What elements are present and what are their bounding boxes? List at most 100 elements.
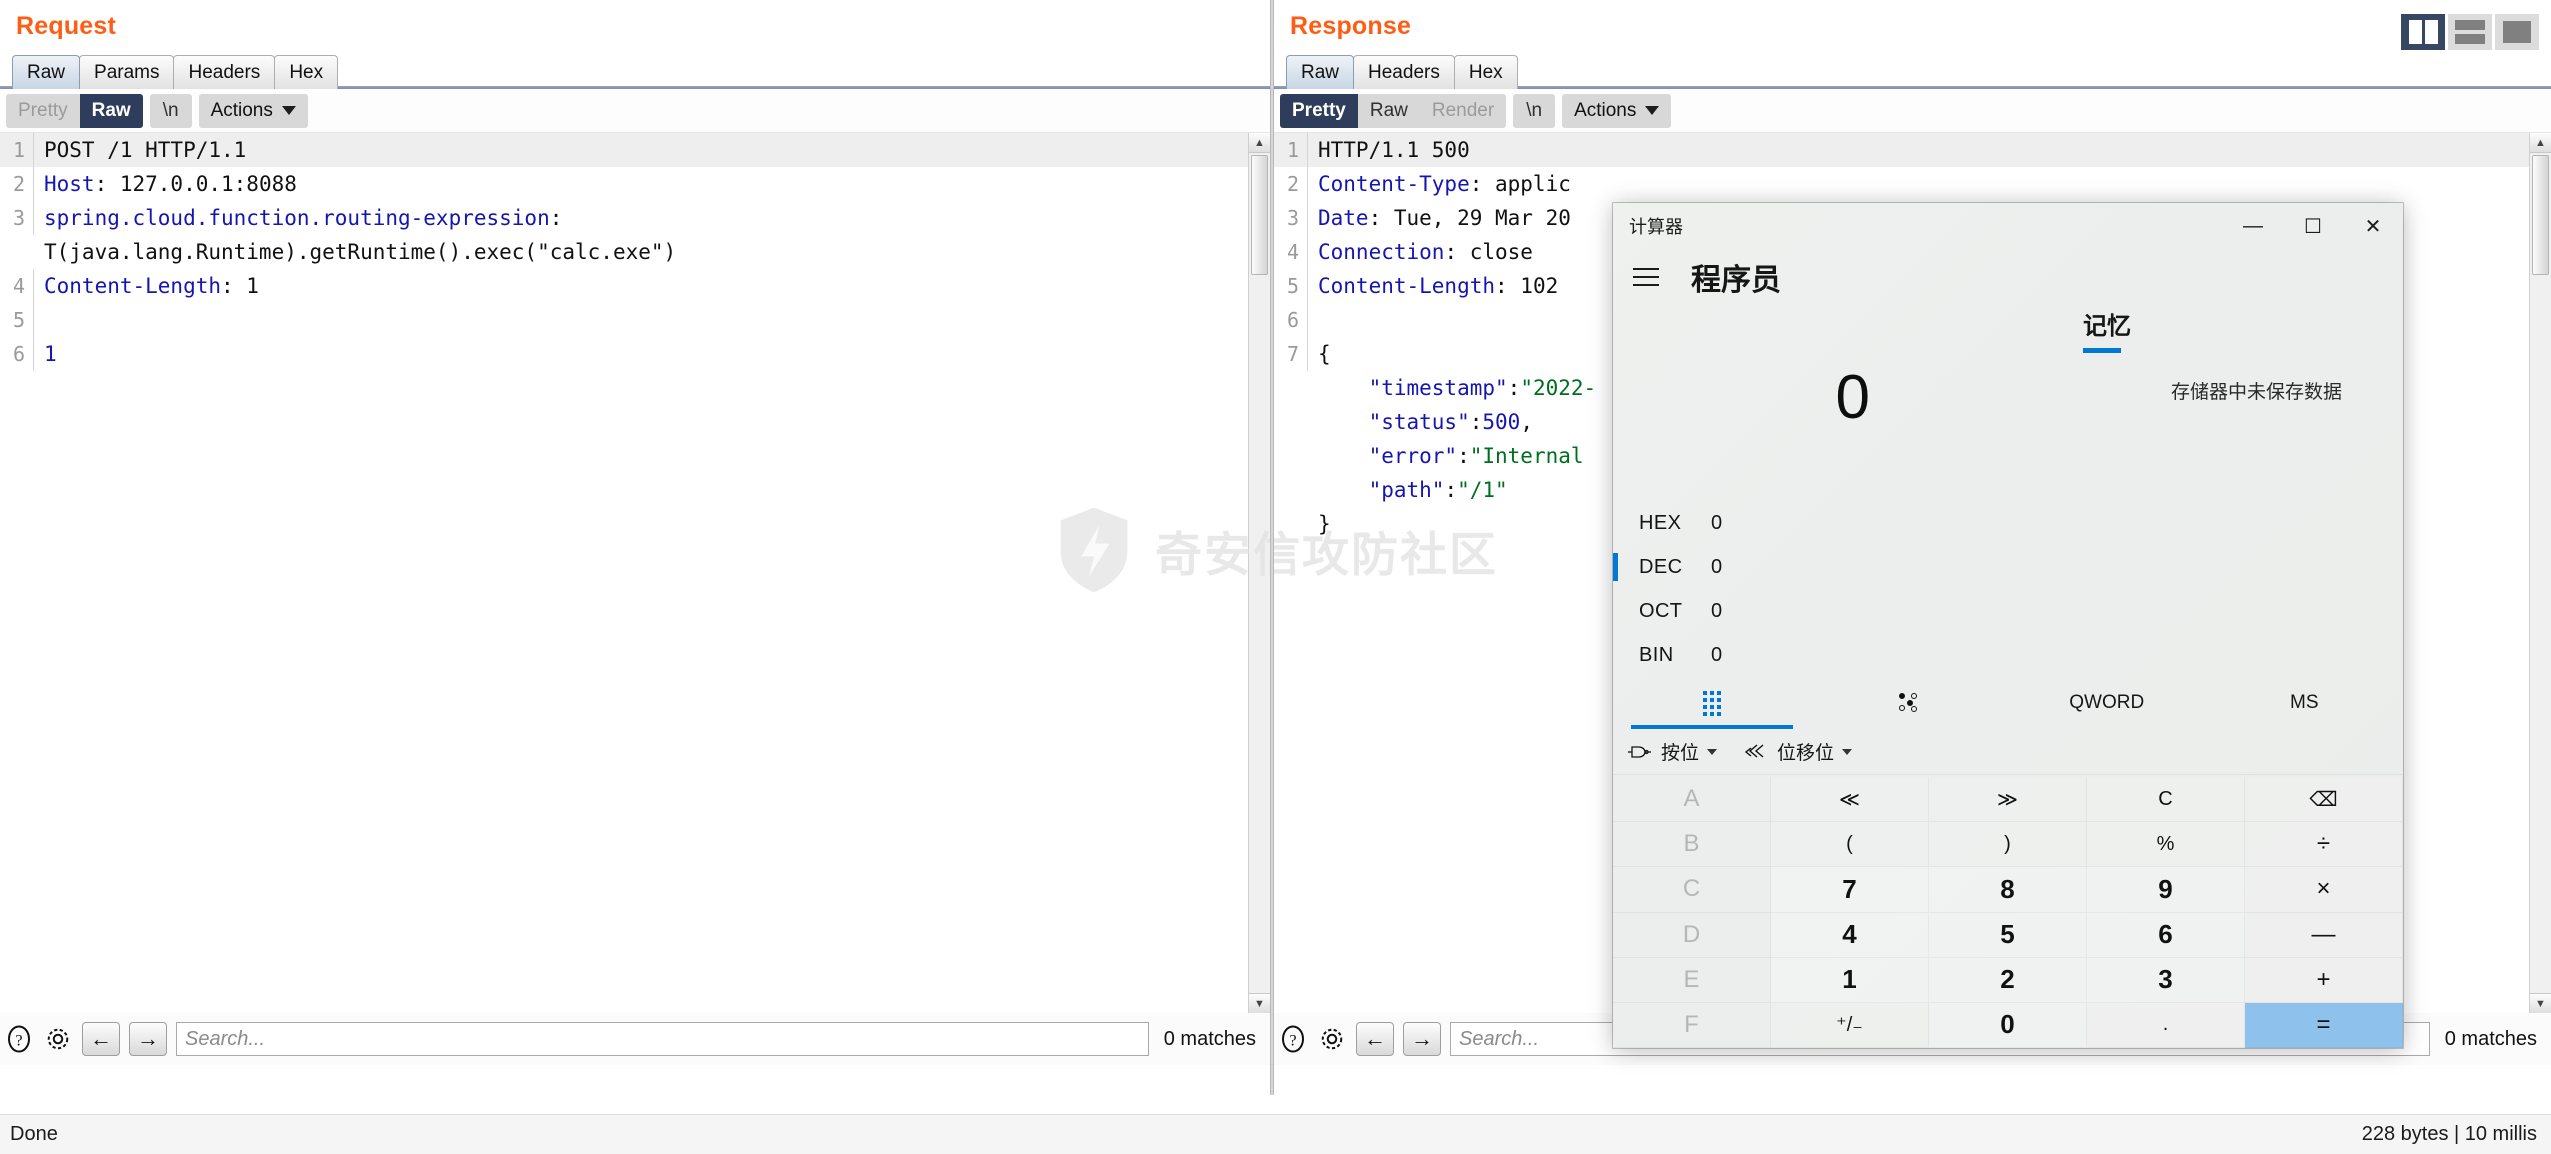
key-b: B xyxy=(1613,822,1771,868)
layout-split-vertical-button[interactable] xyxy=(2401,14,2445,50)
response-view-toolbar: Pretty Raw Render \n Actions xyxy=(1274,89,2551,133)
response-actions-label: Actions xyxy=(1574,99,1637,121)
request-find-prev-button[interactable]: ← xyxy=(82,1022,120,1056)
request-view-raw[interactable]: Raw xyxy=(79,93,143,128)
request-search-input[interactable] xyxy=(176,1022,1149,1056)
close-icon[interactable]: ✕ xyxy=(2343,203,2403,249)
pane-splitter[interactable] xyxy=(1270,0,1274,1095)
memory-tab[interactable]: 记忆 xyxy=(2083,306,2131,353)
code-text: Connection: close xyxy=(1318,240,1533,264)
help-icon[interactable]: ? xyxy=(4,1024,34,1054)
response-scroll-thumb[interactable] xyxy=(2532,155,2549,275)
key-3[interactable]: 3 xyxy=(2087,957,2245,1003)
response-vertical-scrollbar[interactable]: ▲ ▼ xyxy=(2529,133,2551,1013)
gear-icon[interactable] xyxy=(1317,1024,1347,1054)
radix-row-hex[interactable]: HEX 0 xyxy=(1613,501,1933,545)
request-find-bar: ? ← → 0 matches xyxy=(0,1013,1270,1065)
key-paren-open[interactable]: ( xyxy=(1771,822,1929,868)
key-paren-close[interactable]: ) xyxy=(1929,822,2087,868)
chevron-down-icon xyxy=(1842,748,1853,755)
code-text: HTTP/1.1 500 xyxy=(1318,138,1470,162)
response-newline-button[interactable]: \n xyxy=(1513,93,1556,128)
request-vertical-scrollbar[interactable]: ▲ ▼ xyxy=(1248,133,1270,1013)
key-e: E xyxy=(1613,957,1771,1003)
response-tab-raw[interactable]: Raw xyxy=(1286,55,1355,89)
word-size-button[interactable]: QWORD xyxy=(2008,677,2206,729)
bitwise-dropdown[interactable]: 按位 xyxy=(1627,738,1718,765)
request-tab-headers[interactable]: Headers xyxy=(173,55,276,89)
minimize-icon[interactable]: — xyxy=(2223,203,2283,249)
response-actions-button[interactable]: Actions xyxy=(1562,93,1672,128)
request-view-pretty[interactable]: Pretty xyxy=(6,94,80,128)
request-scroll-thumb[interactable] xyxy=(1251,155,1268,275)
code-line: 5 xyxy=(0,303,1248,337)
response-find-next-button[interactable]: → xyxy=(1403,1022,1441,1056)
response-tab-hex-label: Hex xyxy=(1468,61,1503,83)
response-view-render[interactable]: Render xyxy=(1420,94,1506,128)
request-tab-hex[interactable]: Hex xyxy=(274,55,339,89)
key-subtract[interactable]: — xyxy=(2245,912,2403,958)
layout-single-pane-button[interactable] xyxy=(2495,14,2539,50)
radix-value: 0 xyxy=(1711,511,1723,534)
request-scroll-down-arrow[interactable]: ▼ xyxy=(1249,993,1270,1013)
response-scroll-down-arrow[interactable]: ▼ xyxy=(2530,993,2551,1013)
key-add[interactable]: + xyxy=(2245,957,2403,1003)
bitshift-dropdown[interactable]: 位移位 xyxy=(1743,738,1853,765)
gear-icon[interactable] xyxy=(43,1024,73,1054)
key-clear[interactable]: C xyxy=(2087,777,2245,823)
layout-split-horizontal-button[interactable] xyxy=(2448,14,2492,50)
request-scroll-up-arrow[interactable]: ▲ xyxy=(1249,133,1270,153)
key-divide[interactable]: ÷ xyxy=(2245,822,2403,868)
hamburger-menu-icon[interactable] xyxy=(1627,262,1665,292)
response-tab-headers[interactable]: Headers xyxy=(1353,55,1455,89)
key-2[interactable]: 2 xyxy=(1929,957,2087,1003)
request-newline-button[interactable]: \n xyxy=(149,93,192,128)
response-view-raw[interactable]: Raw xyxy=(1358,94,1420,128)
response-tab-hex[interactable]: Hex xyxy=(1453,55,1518,89)
calculator-titlebar[interactable]: 计算器 — ☐ ✕ xyxy=(1613,203,2403,249)
key-4[interactable]: 4 xyxy=(1771,912,1929,958)
key-shift-left[interactable]: ≪ xyxy=(1771,777,1929,823)
key-backspace[interactable]: ⌫ xyxy=(2245,777,2403,823)
response-scroll-up-arrow[interactable]: ▲ xyxy=(2530,133,2551,153)
key-0[interactable]: 0 xyxy=(1929,1002,2087,1048)
radix-row-bin[interactable]: BIN 0 xyxy=(1613,633,1933,677)
key-shift-right[interactable]: ≫ xyxy=(1929,777,2087,823)
key-5[interactable]: 5 xyxy=(1929,912,2087,958)
maximize-icon[interactable]: ☐ xyxy=(2283,203,2343,249)
code-text: "status":500, xyxy=(1318,410,1533,434)
split-vertical-icon xyxy=(2408,20,2438,44)
line-number: 5 xyxy=(0,303,34,337)
code-text: "path":"/1" xyxy=(1318,478,1508,502)
request-find-next-button[interactable]: → xyxy=(129,1022,167,1056)
line-number: 6 xyxy=(0,337,34,371)
key-7[interactable]: 7 xyxy=(1771,867,1929,913)
key-sign[interactable]: ⁺/₋ xyxy=(1771,1002,1929,1048)
request-actions-button[interactable]: Actions xyxy=(198,93,308,128)
key-decimal[interactable]: . xyxy=(2087,1002,2245,1048)
request-code-editor[interactable]: 1 POST /1 HTTP/1.1 2 Host: 127.0.0.1:8088 3 s… xyxy=(0,133,1248,1013)
calculator-window-title: 计算器 xyxy=(1629,217,1683,237)
line-number: 7 xyxy=(1274,337,1308,371)
line-number: 2 xyxy=(0,167,34,201)
memory-store-button[interactable]: MS xyxy=(2206,677,2404,729)
radix-name: BIN xyxy=(1639,643,1674,666)
key-multiply[interactable]: × xyxy=(2245,867,2403,913)
response-find-prev-button[interactable]: ← xyxy=(1356,1022,1394,1056)
radix-row-oct[interactable]: OCT 0 xyxy=(1613,589,1933,633)
request-tab-params[interactable]: Params xyxy=(79,55,175,89)
keypad-toggle-button[interactable] xyxy=(1613,677,1811,729)
response-view-pretty[interactable]: Pretty xyxy=(1280,93,1358,128)
key-9[interactable]: 9 xyxy=(2087,867,2245,913)
key-percent[interactable]: % xyxy=(2087,822,2245,868)
calculator-header: 程序员 xyxy=(1613,249,2403,299)
key-6[interactable]: 6 xyxy=(2087,912,2245,958)
help-icon[interactable]: ? xyxy=(1278,1024,1308,1054)
bit-toggle-button[interactable] xyxy=(1811,677,2009,729)
request-tabstrip: Raw Params Headers Hex xyxy=(0,47,1270,89)
key-1[interactable]: 1 xyxy=(1771,957,1929,1003)
key-equals[interactable]: = xyxy=(2245,1002,2403,1048)
radix-row-dec[interactable]: DEC 0 xyxy=(1613,545,1933,589)
key-8[interactable]: 8 xyxy=(1929,867,2087,913)
request-tab-raw[interactable]: Raw xyxy=(12,55,81,89)
